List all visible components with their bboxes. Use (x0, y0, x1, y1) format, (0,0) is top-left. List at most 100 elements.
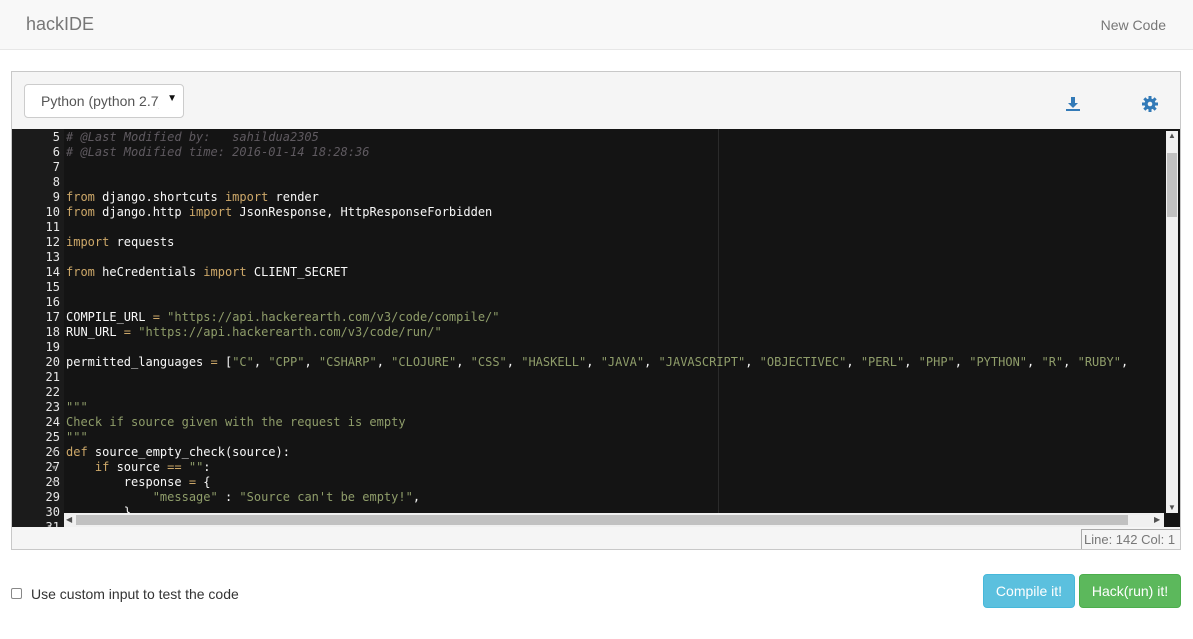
code-token: , (376, 355, 392, 369)
code-token: """ (66, 400, 88, 414)
code-token: "CSHARP" (318, 355, 377, 369)
code-line[interactable]: from heCredentials import CLIENT_SECRET (66, 265, 348, 280)
code-token: : (203, 460, 211, 474)
code-token: "C" (232, 355, 254, 369)
code-token: = (152, 310, 160, 324)
line-number: 16 (45, 295, 60, 309)
line-number: 9 (52, 190, 60, 204)
download-icon[interactable] (1064, 95, 1082, 113)
run-button[interactable]: Hack(run) it! (1079, 574, 1181, 608)
code-token: COMPILE_URL (66, 310, 153, 324)
scroll-down-arrow-icon[interactable]: ▼ (1168, 503, 1176, 512)
code-line[interactable]: Check if source given with the request i… (66, 415, 406, 430)
print-margin (718, 129, 719, 513)
code-line[interactable]: from django.http import JsonResponse, Ht… (66, 205, 492, 220)
line-number: 21 (45, 370, 60, 384)
code-token: requests (109, 235, 175, 249)
line-number: 22 (45, 385, 60, 399)
code-line[interactable]: } (66, 505, 131, 513)
code-token: import (188, 205, 233, 219)
code-line[interactable]: import requests (66, 235, 174, 250)
code-token: response (66, 475, 189, 489)
vertical-scrollbar[interactable]: ▲ ▼ (1166, 131, 1178, 513)
code-token: , (1120, 355, 1129, 369)
code-line[interactable]: # @Last Modified by: sahildua2305 (66, 130, 319, 145)
code-line[interactable]: COMPILE_URL = "https://api.hackerearth.c… (66, 310, 500, 325)
line-number: 29 (45, 490, 60, 504)
code-line[interactable]: permitted_languages = ["C", "CPP", "CSHA… (66, 355, 1128, 370)
code-token: "OBJECTIVEC" (759, 355, 847, 369)
code-line[interactable]: if source == "": (66, 460, 211, 475)
scroll-right-arrow-icon[interactable]: ▶ (1154, 515, 1160, 524)
code-token: , (586, 355, 601, 369)
scroll-left-arrow-icon[interactable]: ◀ (66, 515, 72, 524)
code-line[interactable]: "message" : "Source can't be empty!", (66, 490, 420, 505)
code-token: "RUBY" (1077, 355, 1121, 369)
code-line[interactable]: def source_empty_check(source): (66, 445, 290, 460)
cursor-position-status: Line: 142 Col: 1 (1081, 529, 1180, 549)
line-number: 11 (45, 220, 60, 234)
code-line[interactable]: """ (66, 400, 88, 415)
fold-arrow-icon[interactable]: ▾ (52, 475, 56, 490)
code-token: source_empty_check(source): (87, 445, 290, 459)
code-token: "JAVA" (600, 355, 645, 369)
code-line[interactable]: # @Last Modified time: 2016-01-14 18:28:… (66, 145, 369, 160)
code-token: # @Last Modified by: sahildua2305 (66, 130, 319, 144)
code-token: , (506, 355, 522, 369)
fold-arrow-icon[interactable]: ▾ (52, 445, 56, 460)
language-select[interactable]: Python (python 2.7) ▼ (24, 84, 184, 118)
code-line[interactable]: from django.shortcuts import render (66, 190, 319, 205)
code-token: "CPP" (268, 355, 305, 369)
compile-button[interactable]: Compile it! (983, 574, 1075, 608)
scroll-up-arrow-icon[interactable]: ▲ (1168, 131, 1176, 140)
horizontal-scrollbar[interactable]: ◀ ▶ (64, 513, 1164, 527)
code-token: , (904, 355, 919, 369)
code-token: "HASKELL" (521, 355, 587, 369)
code-line[interactable]: """ (66, 430, 88, 445)
code-token: import (203, 265, 247, 279)
line-number-gutter: 5 6 7 8 9 10 11 12 13 14 15 16 17 18 19 20 21 22 23 24 25 26 ▾… (12, 129, 64, 527)
code-token: RUN_URL (66, 325, 124, 339)
line-number: 10 (45, 205, 60, 219)
vertical-scrollbar-thumb[interactable] (1167, 153, 1177, 217)
code-token: : (217, 490, 240, 504)
code-token: "CLOJURE" (391, 355, 457, 369)
code-line[interactable]: RUN_URL = "https://api.hackerearth.com/v… (66, 325, 442, 340)
brand-logo[interactable]: hackIDE (26, 14, 94, 35)
code-token: # @Last Modified time: 2016-01-14 18:28:… (66, 145, 370, 159)
code-token: [ (217, 355, 233, 369)
navbar: hackIDE New Code (0, 0, 1193, 50)
code-editor[interactable]: 5 6 7 8 9 10 11 12 13 14 15 16 17 18 19 20 21 22 23 24 25 26 ▾… (12, 129, 1180, 527)
code-token: "PERL" (860, 355, 905, 369)
code-line[interactable]: response = { (66, 475, 211, 490)
horizontal-scrollbar-thumb[interactable] (76, 515, 1128, 525)
code-token: } (66, 505, 132, 513)
custom-input-checkbox[interactable] (11, 588, 22, 599)
line-number: 14 (45, 265, 60, 279)
code-token: def (66, 445, 88, 459)
code-token: , (456, 355, 471, 369)
code-token: { (196, 475, 211, 489)
custom-input-label[interactable]: Use custom input to test the code (31, 586, 239, 602)
code-token: django.http (94, 205, 189, 219)
code-area[interactable]: # @Last Modified by: sahildua2305 # @Last… (64, 129, 1164, 513)
code-token: permitted_languages (66, 355, 211, 369)
code-token: , (1027, 355, 1042, 369)
fold-arrow-icon[interactable]: ▾ (52, 460, 56, 475)
line-number: 8 (52, 175, 60, 189)
gear-icon[interactable] (1141, 95, 1159, 113)
code-token: django.shortcuts (94, 190, 225, 204)
new-code-link[interactable]: New Code (1101, 17, 1166, 33)
code-token: "https://api.hackerearth.com/v3/code/com… (167, 310, 500, 324)
line-number: 25 (45, 430, 60, 444)
code-token: from (66, 265, 95, 279)
line-number: 24 (45, 415, 60, 429)
code-token: import (224, 190, 269, 204)
line-number: 19 (45, 340, 60, 354)
code-token: "Source can't be empty!" (239, 490, 413, 504)
code-token: if (94, 460, 110, 474)
code-token: "" (188, 460, 204, 474)
code-token: "PHP" (918, 355, 955, 369)
code-token: "message" (152, 490, 218, 504)
